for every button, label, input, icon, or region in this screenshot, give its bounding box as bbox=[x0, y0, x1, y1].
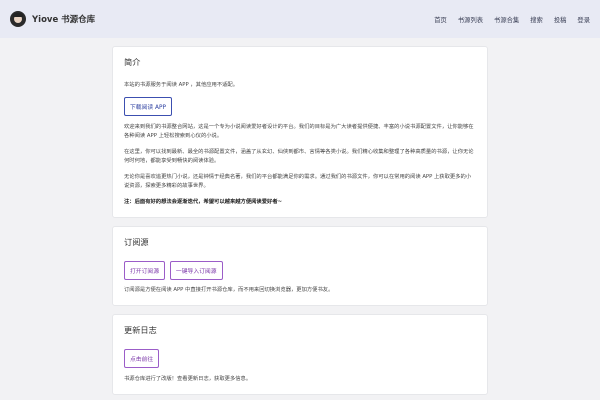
nav-source-collection[interactable]: 书源合集 bbox=[494, 15, 519, 24]
intro-paragraph-2: 在这里，你可以找到最新、最全的书源配置文件，涵盖了从玄幻、仙侠到都市、言情等各类… bbox=[124, 149, 474, 164]
top-navbar: Yiove 书源仓库 首页 书源列表 书源合集 搜索 投稿 登录 bbox=[0, 0, 600, 38]
open-subscription-button[interactable]: 打开订阅源 bbox=[124, 261, 165, 280]
main-content: 简介 本站的书源服务于阅读 APP ，其他应用不适配。 下载阅读 APP 欢迎来… bbox=[112, 38, 488, 395]
site-title: Yiove 书源仓库 bbox=[32, 15, 96, 25]
intro-note: 本站的书源服务于阅读 APP ，其他应用不适配。 bbox=[124, 82, 239, 88]
intro-paragraph-1: 欢迎来到我们的书源整合网站，这是一个专为小说阅读爱好者设计的平台。我们的目标是为… bbox=[124, 124, 474, 139]
subscribe-title: 订阅源 bbox=[124, 237, 149, 247]
nav-source-list[interactable]: 书源列表 bbox=[458, 15, 483, 24]
nav-submit[interactable]: 投稿 bbox=[554, 15, 567, 24]
nav-search[interactable]: 搜索 bbox=[530, 15, 543, 24]
intro-card: 简介 本站的书源服务于阅读 APP ，其他应用不适配。 下载阅读 APP 欢迎来… bbox=[112, 46, 488, 218]
changelog-title: 更新日志 bbox=[124, 325, 157, 335]
nav-login[interactable]: 登录 bbox=[577, 15, 590, 24]
go-changelog-button[interactable]: 点击前往 bbox=[124, 349, 160, 368]
import-subscription-button[interactable]: 一键导入订阅源 bbox=[169, 261, 223, 280]
intro-paragraph-3: 无论你是喜欢追更热门小说，还是钟情于经典名著，我们的平台都能满足你的需求。通过我… bbox=[124, 174, 472, 189]
changelog-desc: 书源仓库进行了改版！查看更新日志，获取更多信息。 bbox=[124, 376, 252, 382]
intro-title: 简介 bbox=[124, 57, 141, 67]
subscribe-actions: 打开订阅源 一键导入订阅源 bbox=[124, 261, 476, 286]
changelog-card: 更新日志 点击前往 书源仓库进行了改版！查看更新日志，获取更多信息。 bbox=[112, 314, 488, 395]
avatar bbox=[10, 11, 26, 27]
intro-note-bold: 注：后面有好的想法会逐渐迭代，希望可以越来越方便阅读爱好者~ bbox=[124, 199, 283, 205]
download-app-button[interactable]: 下载阅读 APP bbox=[124, 97, 172, 116]
subscribe-card: 订阅源 打开订阅源 一键导入订阅源 订阅源是方便在阅读 APP 中直接打开书源仓… bbox=[112, 226, 488, 306]
nav-home[interactable]: 首页 bbox=[434, 15, 447, 24]
subscribe-desc: 订阅源是方便在阅读 APP 中直接打开书源仓库，而不用来回切换浏览器，更加方便书… bbox=[124, 287, 334, 293]
brand[interactable]: Yiove 书源仓库 bbox=[10, 11, 95, 27]
main-nav: 首页 书源列表 书源合集 搜索 投稿 登录 bbox=[434, 15, 590, 24]
